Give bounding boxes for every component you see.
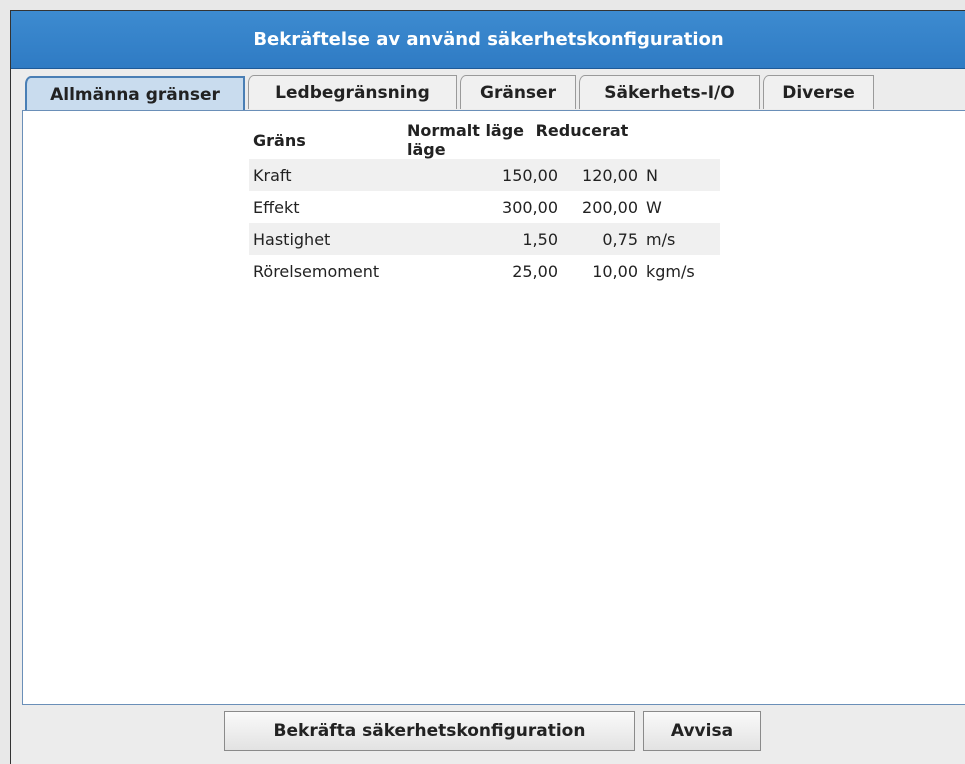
reduced-value: 200,00 bbox=[582, 197, 638, 217]
limit-name: Hastighet bbox=[249, 223, 407, 255]
column-header-limit: Gräns bbox=[253, 130, 306, 150]
unit: m/s bbox=[642, 223, 720, 255]
normal-value: 25,00 bbox=[512, 261, 558, 281]
table-row: Hastighet 1,50 0,75 m/s bbox=[249, 223, 720, 255]
normal-value: 300,00 bbox=[502, 197, 558, 217]
table-row: Kraft 150,00 120,00 N bbox=[249, 159, 720, 191]
table-row: Rörelsemoment 25,00 10,00 kgm/s bbox=[249, 255, 720, 287]
reduced-value: 10,00 bbox=[592, 261, 638, 281]
reduced-value: 0,75 bbox=[562, 223, 642, 255]
normal-value: 1,50 bbox=[407, 223, 562, 255]
confirm-safety-dialog: Bekräftelse av använd säkerhetskonfigura… bbox=[10, 10, 965, 764]
tab-boundaries[interactable]: Gränser bbox=[460, 75, 576, 109]
tab-misc[interactable]: Diverse bbox=[763, 75, 874, 109]
reject-button[interactable]: Avvisa bbox=[643, 711, 761, 751]
reduced-value: 120,00 bbox=[562, 159, 642, 191]
limit-name: Effekt bbox=[253, 197, 300, 217]
dialog-title: Bekräftelse av använd säkerhetskonfigura… bbox=[11, 11, 965, 69]
table-header-row: Gräns Normalt läge Reducerat läge bbox=[249, 121, 720, 159]
unit: kgm/s bbox=[646, 261, 695, 281]
limits-table: Gräns Normalt läge Reducerat läge Kraft … bbox=[249, 121, 720, 287]
confirm-safety-config-button[interactable]: Bekräfta säkerhetskonfiguration bbox=[224, 711, 635, 751]
tab-safety-io[interactable]: Säkerhets-I/O bbox=[579, 75, 760, 109]
table-row: Effekt 300,00 200,00 W bbox=[249, 191, 720, 223]
normal-value: 150,00 bbox=[407, 159, 562, 191]
tab-joint-limits[interactable]: Ledbegränsning bbox=[248, 75, 457, 109]
limit-name: Rörelsemoment bbox=[253, 261, 380, 281]
column-header-normal: Normalt läge bbox=[407, 121, 525, 140]
unit: W bbox=[646, 197, 662, 217]
tab-content-panel: Gräns Normalt läge Reducerat läge Kraft … bbox=[22, 110, 965, 705]
tab-general-limits[interactable]: Allmänna gränser bbox=[25, 76, 245, 111]
unit: N bbox=[642, 159, 720, 191]
limit-name: Kraft bbox=[249, 159, 407, 191]
